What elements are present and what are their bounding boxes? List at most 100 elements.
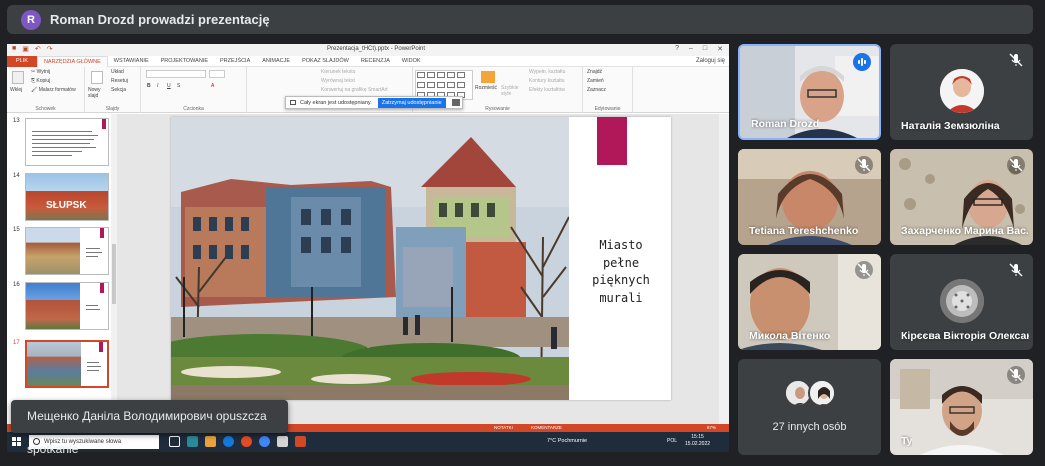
participant-name: Захарченко Марина Вас... [901,225,1029,237]
ppt-titlebar: ■ ▣ ↶ ↷ Prezentacja_tHCt).pptx - PowerPo… [7,44,729,56]
mic-off-icon [855,261,873,279]
participant-tile[interactable]: Tetiana Tereshchenko [738,149,881,245]
windows-start-icon[interactable] [12,437,22,447]
paste-icon[interactable] [12,71,24,84]
find-button[interactable]: Znajdź [587,69,602,75]
tab-animations[interactable]: ANIMACJE [256,56,296,67]
slides-group: Nowy slajd Układ Resetuj Sekcja Slajdy [85,67,141,113]
new-slide-icon[interactable] [91,71,103,84]
bold-button[interactable]: B [147,83,151,89]
convert-smartart-button[interactable]: Konwertuj na grafikę SmartArt [321,87,388,93]
arrange-button[interactable]: Rozmieść [475,85,497,91]
participant-tile[interactable]: Микола Вітенко [738,254,881,350]
shared-screen: ■ ▣ ↶ ↷ Prezentacja_tHCt).pptx - PowerPo… [7,44,729,452]
reset-button[interactable]: Resetuj [111,78,128,84]
italic-button[interactable]: I [157,83,158,89]
edge-icon[interactable] [223,436,234,447]
firefox-icon[interactable] [241,436,252,447]
slide-number: 16 [13,282,20,288]
format-painter-button[interactable]: 🖌 Malarz formatów [31,87,76,93]
clipboard-group: Wklej ✂ Wytnij ⎘ Kopiuj 🖌 Malarz formató… [7,67,85,113]
quick-styles-button[interactable]: Szybkie style [501,85,521,97]
tab-review[interactable]: RECENZJA [355,56,396,67]
slide-text-line: murali [599,290,643,305]
tab-file[interactable]: PLIK [7,55,37,67]
copy-button[interactable]: ⎘ Kopiuj [31,78,50,84]
underline-button[interactable]: U [167,83,171,89]
participant-tile[interactable]: Roman Drozd [738,44,881,140]
stop-sharing-button[interactable]: Zatrzymaj udostępnianie [377,97,446,108]
close-icon[interactable]: ✕ [717,45,723,53]
slide-thumbnail-selected[interactable]: 17 [13,340,109,388]
undo-icon[interactable]: ↶ [35,45,41,53]
redo-icon[interactable]: ↷ [47,45,53,53]
paste-button[interactable]: Wklej [10,87,22,93]
tab-home[interactable]: NARZĘDZIA GŁÓWNE [36,55,108,67]
chrome-icon[interactable] [259,436,270,447]
shadow-button[interactable]: S [177,83,180,89]
help-icon[interactable]: ? [675,45,679,53]
shape-effects-button[interactable]: Efekty kształtów [529,87,565,93]
zoom-level[interactable]: 67% [707,425,716,430]
slide-thumbnail[interactable]: 15 [13,227,109,275]
new-slide-button[interactable]: Nowy slajd [88,87,106,99]
font-size-select[interactable] [209,70,225,78]
slide-scrollbar[interactable] [719,114,729,424]
participant-tile[interactable]: Наталія Земзюліна [890,44,1033,140]
select-button[interactable]: Zaznacz [587,87,606,93]
mic-off-icon [1007,366,1025,384]
task-view-icon[interactable] [169,436,180,447]
tab-transitions[interactable]: PRZEJŚCIA [214,56,256,67]
shape-fill-button[interactable]: Wypełn. kształtu [529,69,565,75]
comments-button[interactable]: KOMENTARZE [531,425,562,430]
section-button[interactable]: Sekcja [111,87,126,93]
slide-thumbnail[interactable]: 16 [13,282,109,330]
slide-thumbnail-panel: 13 14 SŁUPSK 15 16 17 [7,114,117,424]
share-notice-text: Cały ekran jest udostępniany. [300,99,372,106]
participant-name: Микола Вітенко [749,330,831,342]
layout-button[interactable]: Układ [111,69,124,75]
tab-slideshow[interactable]: POKAZ SLAJDÓW [296,56,355,67]
clock-date: 15.02.2022 [685,441,711,447]
participant-tile[interactable]: Захарченко Марина Вас... [890,149,1033,245]
shape-outline-button[interactable]: Kontury kształtu [529,78,565,84]
powerpoint-icon[interactable] [295,436,306,447]
file-explorer-icon[interactable] [205,436,216,447]
save-icon[interactable]: ▣ [22,45,29,53]
others-tile[interactable]: 27 innych osób [738,359,881,455]
taskbar-app-icon[interactable] [277,436,288,447]
language-indicator[interactable]: POL [667,438,677,444]
mic-off-icon [1007,261,1025,279]
tab-insert[interactable]: WSTAWIANIE [108,56,155,67]
login-link[interactable]: Zaloguj się [696,58,725,64]
slide-number: 15 [13,227,20,233]
replace-button[interactable]: Zamień [587,78,604,84]
slide-thumbnail[interactable]: 13 [13,118,109,166]
notes-button[interactable]: NOTATKI [494,425,513,430]
mic-off-icon [1007,156,1025,174]
align-text-button[interactable]: Wyrównaj tekst [321,78,355,84]
cut-button[interactable]: ✂ Wytnij [31,69,50,75]
taskbar-clock[interactable]: 15:15 15.02.2022 [685,434,710,448]
weather-widget[interactable]: 7°C Pochmurnie [547,438,587,444]
clock-time: 15:15 [691,434,704,440]
clipboard-group-label: Schowek [35,106,56,112]
thumbnail-scrollbar[interactable] [111,114,117,424]
minimize-icon[interactable]: – [689,45,693,53]
arrange-icon[interactable] [481,71,495,83]
quick-access-toolbar[interactable]: ■ ▣ ↶ ↷ [12,45,53,53]
hide-notice-button[interactable] [451,99,460,106]
slide-number: 14 [13,173,20,179]
presenter-avatar: R [21,9,41,30]
tab-view[interactable]: WIDOK [396,56,427,67]
slide-thumbnail[interactable]: 14 SŁUPSK [13,173,109,221]
font-family-select[interactable] [146,70,206,78]
text-direction-button[interactable]: Kierunek tekstu [321,69,355,75]
leave-notification: Мещенко Данiла Володимирович opuszcza sp… [11,400,288,456]
self-tile[interactable]: Ty [890,359,1033,455]
maximize-icon[interactable]: □ [703,45,707,53]
font-color-button[interactable]: A [211,83,214,89]
tab-design[interactable]: PROJEKTOWANIE [155,56,214,67]
taskbar-app-icon[interactable] [187,436,198,447]
participant-tile[interactable]: Кірєєва Вікторія Олексан... [890,254,1033,350]
